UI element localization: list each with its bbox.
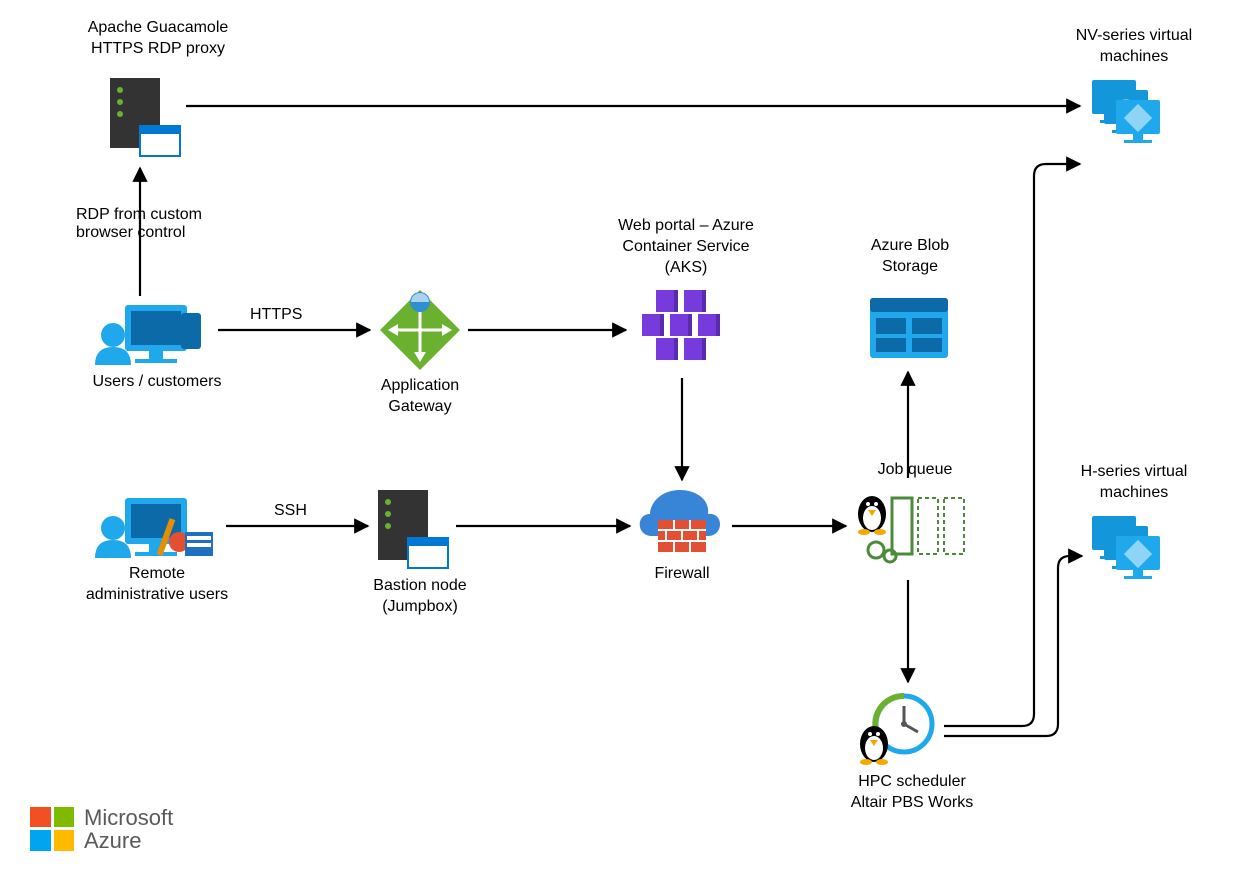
guacamole-icon <box>110 78 180 156</box>
nv-vm-icon <box>1092 80 1160 143</box>
firewall-icon <box>640 490 720 552</box>
bastion-label: Bastion node (Jumpbox) <box>340 576 500 618</box>
edge-hpc-h <box>944 556 1082 736</box>
jobq-label: Job queue <box>860 460 970 481</box>
hpc-label: HPC scheduler Altair PBS Works <box>832 772 992 814</box>
azure-logo: Microsoft Azure <box>30 806 173 852</box>
footer-product: Azure <box>84 829 173 852</box>
hpc-icon <box>860 696 932 765</box>
nv-label: NV-series virtual machines <box>1054 26 1214 68</box>
bastion-icon <box>378 490 448 568</box>
edge-rdp-label: RDP from custom browser control <box>76 206 226 242</box>
jobqueue-icon <box>858 496 964 562</box>
edge-ssh-label: SSH <box>274 502 307 520</box>
blob-label: Azure Blob Storage <box>850 236 970 278</box>
aks-icon <box>642 290 720 360</box>
blob-icon <box>870 298 948 358</box>
appgw-icon <box>380 290 460 370</box>
users-icon <box>95 305 201 365</box>
h-vm-icon <box>1092 516 1160 579</box>
admins-icon <box>95 498 213 558</box>
h-label: H-series virtual machines <box>1054 462 1214 504</box>
users-label: Users / customers <box>72 372 242 393</box>
aks-label: Web portal – Azure Container Service (AK… <box>596 216 776 278</box>
admins-label: Remote administrative users <box>62 564 252 606</box>
ms-logo-icon <box>30 807 74 851</box>
footer-brand: Microsoft <box>84 806 173 829</box>
guacamole-label: Apache Guacamole HTTPS RDP proxy <box>58 18 258 60</box>
edge-https-label: HTTPS <box>250 306 302 324</box>
appgw-label: Application Gateway <box>360 376 480 418</box>
firewall-label: Firewall <box>632 564 732 585</box>
